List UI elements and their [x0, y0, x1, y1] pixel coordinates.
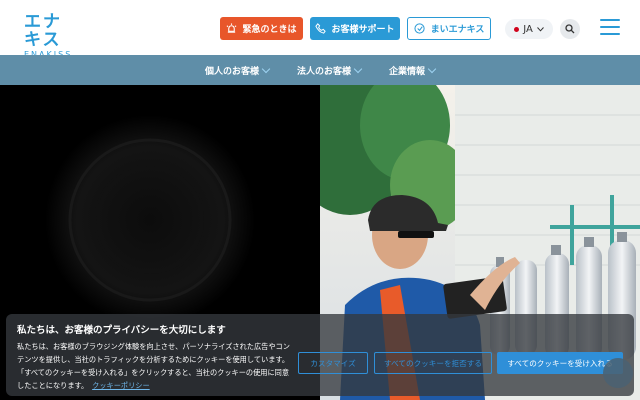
nav-item-personal[interactable]: 個人のお客様 [204, 64, 271, 77]
site-header: エナキス ENAKISS 緊急のときは お客様サポート まいエナキス JA [0, 0, 640, 59]
support-phone-icon [315, 23, 327, 34]
customize-cookies-button[interactable]: カスタマイズ [298, 352, 368, 374]
menu-line-icon [600, 19, 620, 21]
support-label: お客様サポート [331, 25, 395, 35]
chevron-down-icon [427, 64, 437, 73]
reject-all-cookies-button[interactable]: すべてのクッキーを拒否する [374, 352, 492, 374]
my-enakiss-button[interactable]: まいエナキス [407, 17, 491, 40]
alarm-icon [227, 23, 237, 33]
search-button[interactable] [560, 19, 580, 39]
language-label: JA [523, 23, 533, 35]
cookie-banner-text: 私たちは、お客様のブラウジング体験を向上させ、パーソナライズされた広告やコンテン… [17, 340, 293, 392]
emergency-button[interactable]: 緊急のときは [220, 17, 303, 40]
cookie-banner-title: 私たちは、お客様のプライバシーを大切にします [17, 325, 226, 336]
menu-line-icon [600, 33, 620, 35]
chevron-down-icon [536, 26, 544, 32]
japan-flag-icon [514, 26, 520, 32]
chevron-down-icon [261, 64, 271, 73]
nav-item-company[interactable]: 企業情報 [389, 64, 437, 77]
logo-main-text: エナキス [24, 12, 62, 50]
nav-item-label: 法人のお客様 [296, 66, 351, 77]
nav-item-label: 企業情報 [389, 66, 426, 77]
customer-support-button[interactable]: お客様サポート [310, 17, 400, 40]
search-icon [565, 24, 575, 34]
nav-item-label: 個人のお客様 [204, 66, 259, 77]
language-selector[interactable]: JA [505, 19, 553, 39]
chevron-down-icon [353, 64, 363, 73]
emergency-label: 緊急のときは [242, 25, 297, 35]
cookie-description: 私たちは、お客様のブラウジング体験を向上させ、パーソナライズされた広告やコンテン… [17, 342, 290, 390]
my-enakiss-label: まいエナキス [430, 25, 485, 35]
main-navigation: 個人のお客様 法人のお客様 企業情報 [0, 55, 640, 85]
hamburger-menu-button[interactable] [600, 19, 620, 35]
my-page-icon [414, 23, 425, 34]
menu-line-icon [600, 26, 620, 28]
enakiss-logo[interactable]: エナキス ENAKISS [24, 13, 80, 59]
cookie-consent-banner: 私たちは、お客様のプライバシーを大切にします 私たちは、お客様のブラウジング体験… [6, 314, 634, 396]
floating-action-button[interactable] [603, 358, 633, 388]
cookie-policy-link[interactable]: クッキーポリシー [92, 381, 150, 390]
nav-item-business[interactable]: 法人のお客様 [296, 64, 363, 77]
